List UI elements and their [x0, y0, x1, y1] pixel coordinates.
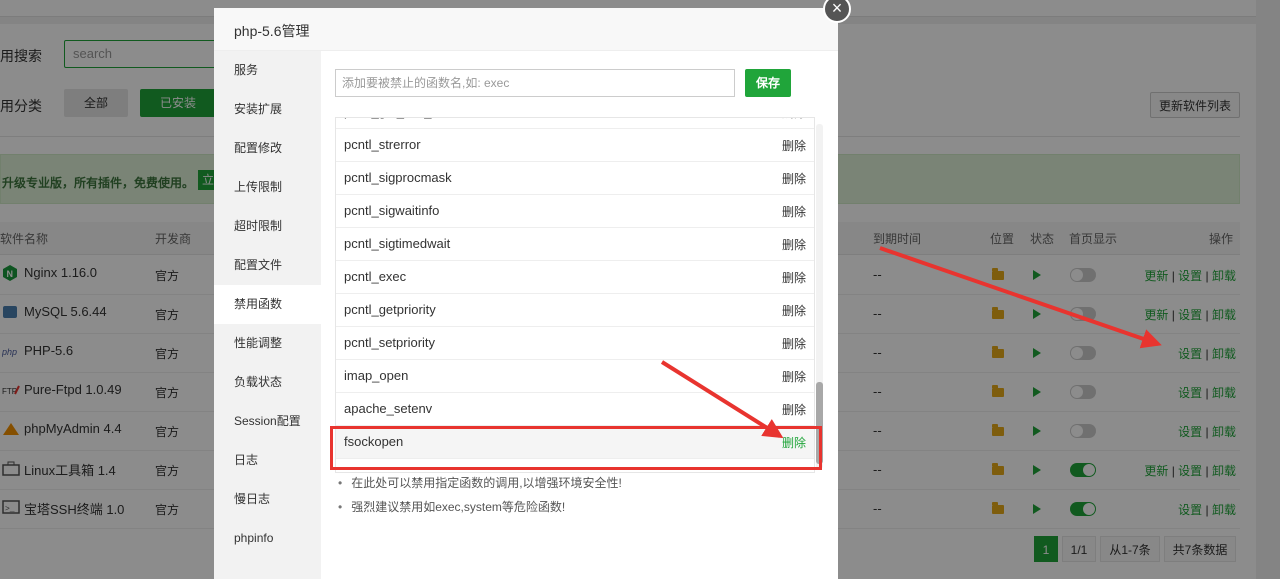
arrow-to-delete [660, 360, 784, 439]
arrow-to-settings [879, 246, 1162, 349]
annotation-arrows [660, 246, 1162, 439]
